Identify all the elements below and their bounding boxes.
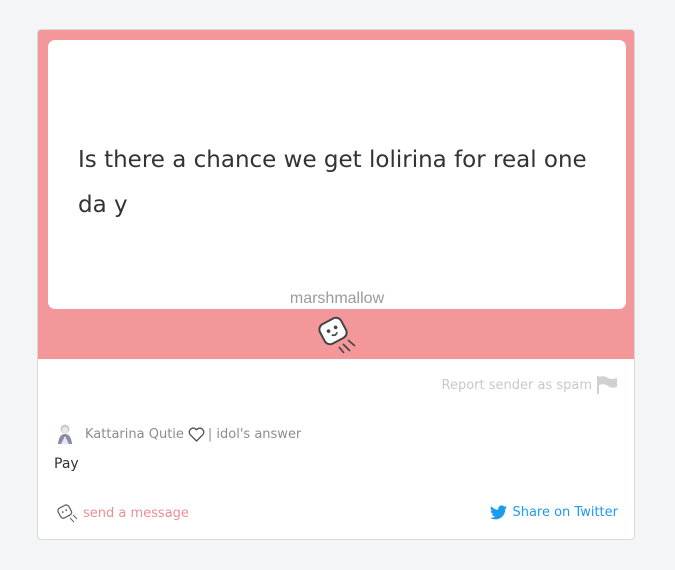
share-twitter-label: Share on Twitter: [512, 505, 618, 520]
share-twitter-link[interactable]: Share on Twitter: [490, 505, 618, 520]
question-text: Is there a chance we get lolirina for re…: [78, 147, 587, 218]
flag-icon: [597, 376, 617, 394]
marshmallow-mascot-icon: [318, 316, 356, 354]
heart-icon[interactable]: [188, 426, 205, 442]
send-message-label: send a message: [83, 505, 189, 521]
report-spam-label: Report sender as spam: [441, 377, 593, 393]
question-panel: Is there a chance we get lolirina for re…: [38, 30, 634, 359]
twitter-bird-icon: [490, 505, 508, 520]
marshmallow-watermark: marshmallow: [289, 290, 385, 307]
answer-label: | idol's answer: [207, 426, 302, 442]
message-card: Is there a chance we get lolirina for re…: [37, 29, 635, 540]
send-message-link[interactable]: send a message: [56, 503, 189, 523]
answer-author[interactable]: Kattarina Qutie: [85, 427, 184, 442]
marshmallow-small-icon: [57, 504, 78, 523]
answer-header: Kattarina Qutie | idol's answer: [54, 423, 301, 445]
report-spam-link[interactable]: Report sender as spam: [442, 376, 619, 394]
answer-text: Pay: [54, 456, 79, 472]
avatar: [58, 424, 72, 444]
question-box: Is there a chance we get lolirina for re…: [48, 40, 626, 309]
